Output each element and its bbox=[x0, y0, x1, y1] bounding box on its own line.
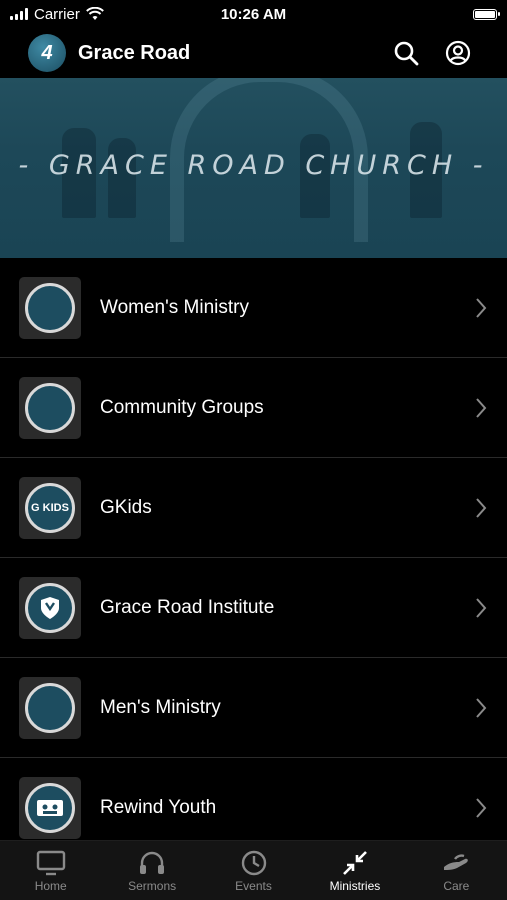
tab-label: Home bbox=[34, 879, 67, 893]
tv-icon bbox=[34, 849, 68, 877]
status-bar: Carrier 10:26 AM bbox=[0, 0, 507, 28]
hero-title: - GRACE ROAD CHURCH - bbox=[18, 150, 489, 181]
wifi-icon bbox=[85, 7, 104, 20]
tab-home[interactable]: Home bbox=[0, 841, 101, 900]
account-icon bbox=[445, 40, 471, 66]
ministry-label: Men's Ministry bbox=[100, 696, 221, 718]
ministry-thumbnail bbox=[19, 776, 81, 839]
ministry-label: Women's Ministry bbox=[100, 296, 249, 318]
ministry-label: Community Groups bbox=[100, 396, 264, 418]
compress-icon bbox=[338, 849, 372, 877]
search-icon bbox=[394, 41, 419, 66]
tab-care[interactable]: Care bbox=[406, 841, 507, 900]
ministry-row-community-groups[interactable]: Community Groups bbox=[0, 358, 507, 458]
chevron-right-icon bbox=[476, 797, 487, 818]
tab-label: Care bbox=[443, 879, 470, 893]
chevron-right-icon bbox=[476, 397, 487, 418]
chevron-right-icon bbox=[476, 597, 487, 618]
ministry-list: Women's Ministry Community Groups G KIDS… bbox=[0, 258, 507, 858]
profile-button[interactable] bbox=[443, 38, 473, 68]
signal-icon bbox=[10, 8, 28, 20]
tab-bar: Home Sermons Events Ministries Care bbox=[0, 840, 507, 900]
ministry-thumbnail bbox=[19, 676, 81, 739]
tab-ministries[interactable]: Ministries bbox=[304, 841, 405, 900]
ministry-thumbnail bbox=[19, 576, 81, 639]
chevron-right-icon bbox=[476, 297, 487, 318]
clock-icon bbox=[237, 849, 271, 877]
chevron-right-icon bbox=[476, 697, 487, 718]
ministry-thumbnail: G KIDS bbox=[19, 476, 81, 539]
shield-icon bbox=[41, 596, 59, 619]
ministry-thumbnail bbox=[19, 376, 81, 439]
ministry-label: Rewind Youth bbox=[100, 796, 217, 818]
tab-events[interactable]: Events bbox=[203, 841, 304, 900]
institute-logo-icon bbox=[25, 582, 75, 633]
tab-label: Events bbox=[235, 879, 272, 893]
hero-banner: - GRACE ROAD CHURCH - bbox=[0, 78, 507, 258]
community-logo-icon bbox=[25, 382, 75, 433]
men-logo-icon bbox=[25, 682, 75, 733]
app-title: Grace Road bbox=[78, 41, 191, 64]
battery-icon bbox=[473, 8, 500, 20]
tab-sermons[interactable]: Sermons bbox=[101, 841, 202, 900]
chevron-right-icon bbox=[476, 497, 487, 518]
tab-label: Sermons bbox=[128, 879, 177, 893]
ministry-label: Grace Road Institute bbox=[100, 596, 275, 618]
cassette-graphic bbox=[37, 799, 63, 816]
ministry-row-institute[interactable]: Grace Road Institute bbox=[0, 558, 507, 658]
tab-label: Ministries bbox=[329, 879, 381, 893]
ministry-thumbnail bbox=[19, 276, 81, 339]
search-button[interactable] bbox=[391, 38, 421, 68]
ministry-row-gkids[interactable]: G KIDS GKids bbox=[0, 458, 507, 558]
battery-level bbox=[475, 10, 495, 18]
ministry-row-mens[interactable]: Men's Ministry bbox=[0, 658, 507, 758]
headphones-icon bbox=[135, 849, 169, 877]
carrier-label: Carrier bbox=[34, 5, 80, 23]
app-header: 4 Grace Road bbox=[0, 28, 507, 78]
ministry-row-womens[interactable]: Women's Ministry bbox=[0, 258, 507, 358]
hand-icon bbox=[439, 849, 473, 877]
ministry-label: GKids bbox=[100, 496, 152, 518]
women-logo-icon bbox=[25, 282, 75, 333]
cassette-icon bbox=[25, 782, 75, 833]
gkids-logo-icon: G KIDS bbox=[25, 482, 75, 533]
app-logo[interactable]: 4 bbox=[28, 34, 66, 72]
